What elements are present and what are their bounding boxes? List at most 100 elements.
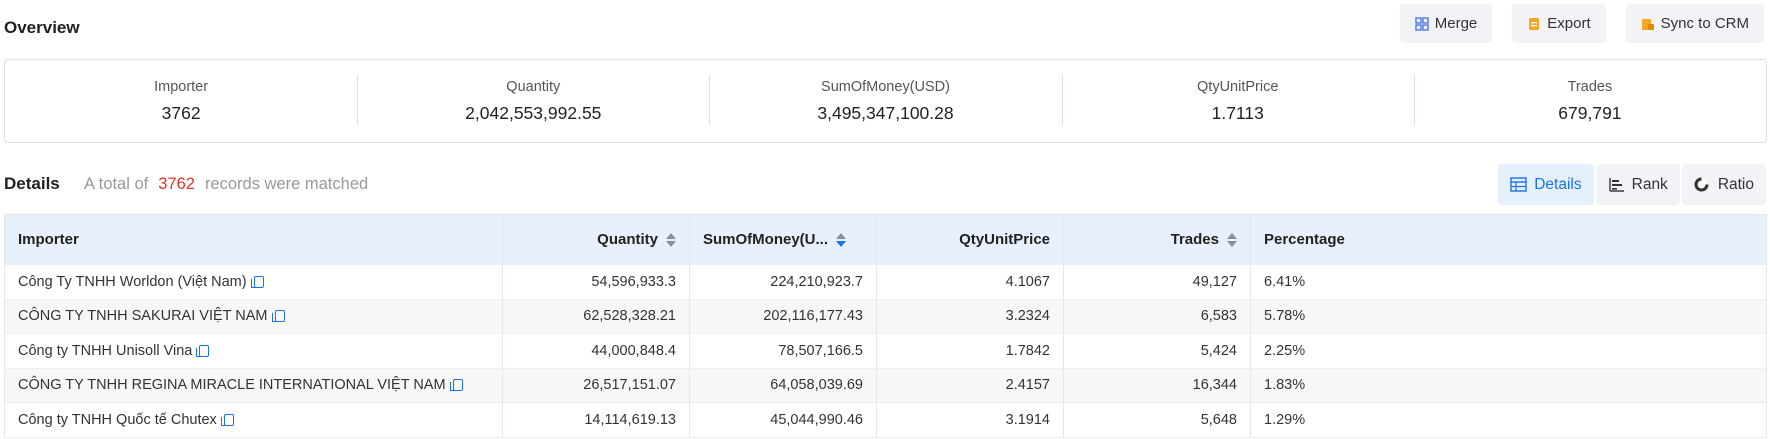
sum-cell: 45,044,990.46 [690,403,877,437]
details-bar: Details A total of 3762 records were match… [0,162,1770,206]
unit-price-cell: 3.2324 [877,299,1064,333]
summary-label: Trades [1567,78,1613,95]
percentage-cell: 2.25% [1264,342,1306,359]
quantity-cell: 26,517,151.07 [503,368,690,402]
importer-cell: Công ty TNHH Unisoll Vina [5,334,503,368]
view-tabs: Details Rank Ratio [1498,164,1766,205]
summary-quantity: Quantity 2,042,553,992.55 [357,60,709,142]
importer-name[interactable]: CÔNG TY TNHH REGINA MIRACLE INTERNATIONA… [18,377,446,393]
importer-name[interactable]: Công ty TNHH Unisoll Vina [18,343,192,359]
col-qty-unit-price: QtyUnitPrice [877,215,1064,264]
merge-label: Merge [1434,15,1478,32]
bar-chart-icon [1608,177,1625,192]
col-trades[interactable]: Trades [1064,215,1251,264]
importer-cell: CÔNG TY TNHH REGINA MIRACLE INTERNATIONA… [5,368,503,402]
summary-importer: Importer 3762 [5,60,357,142]
sort-icon[interactable] [666,232,676,247]
details-title: Details [4,174,60,193]
col-quantity[interactable]: Quantity [503,215,690,264]
summary-trades: Trades 679,791 [1413,60,1766,142]
summary-value: 679,791 [1558,102,1622,123]
trades-cell: 5,424 [1064,334,1251,368]
merge-button[interactable]: Merge [1399,4,1493,43]
tab-details-label: Details [1534,175,1582,193]
copy-icon[interactable] [449,379,463,392]
merge-icon [1415,16,1429,31]
importer-name[interactable]: Công Ty TNHH Worldon (Việt Nam) [18,274,247,290]
col-sum-of-money[interactable]: SumOfMoney(U... [690,215,877,264]
summary-label: QtyUnitPrice [1197,78,1279,95]
table-row: CÔNG TY TNHH REGINA MIRACLE INTERNATIONA… [5,368,1766,403]
records-prefix: A total of [84,175,149,193]
summary-value: 3,495,347,100.28 [817,102,954,123]
sum-cell: 224,210,923.7 [690,265,877,299]
tab-ratio-label: Ratio [1717,175,1754,193]
importer-cell: Công ty TNHH Quốc tế Chutex [5,403,503,437]
sync-crm-button[interactable]: Sync to CRM [1625,4,1764,43]
summary-value: 1.7113 [1211,102,1264,123]
summary-label: SumOfMoney(USD) [821,78,950,95]
percentage-cell: 1.83% [1264,377,1306,394]
table-row: Công Ty TNHH Worldon (Việt Nam) 54,596,9… [5,265,1766,300]
summary-label: Importer [154,78,209,95]
export-label: Export [1547,15,1591,32]
quantity-cell: 62,528,328.21 [503,299,690,333]
sum-cell: 78,507,166.5 [690,334,877,368]
col-label: SumOfMoney(U... [703,231,829,248]
unit-price-cell: 1.7842 [877,334,1064,368]
importer-name[interactable]: CÔNG TY TNHH SAKURAI VIỆT NAM [18,308,268,324]
importer-cell: CÔNG TY TNHH SAKURAI VIỆT NAM [5,299,503,333]
overview-summary: Importer 3762 Quantity 2,042,553,992.55 … [4,59,1767,143]
copy-icon[interactable] [220,413,234,426]
tab-rank[interactable]: Rank [1595,164,1680,205]
trades-cell: 6,583 [1064,299,1251,333]
table-row: Công ty TNHH Quốc tế Chutex 14,114,619.1… [5,403,1766,438]
tab-ratio[interactable]: Ratio [1681,164,1766,205]
records-count: 3762 [158,175,195,193]
col-percentage: Percentage [1251,215,1766,264]
records-matched-text: A total of 3762 records were matched [84,175,368,194]
col-label: Trades [1170,231,1219,248]
col-label: Importer [18,231,79,248]
percentage-cell: 5.78% [1264,308,1306,325]
summary-qty-unit-price: QtyUnitPrice 1.7113 [1061,60,1414,142]
records-suffix: records were matched [204,175,369,193]
table-row: CÔNG TY TNHH SAKURAI VIỆT NAM 62,528,328… [5,299,1766,334]
quantity-cell: 44,000,848.4 [503,334,690,368]
trades-cell: 5,648 [1064,403,1251,437]
tab-details[interactable]: Details [1498,164,1594,205]
sync-crm-label: Sync to CRM [1660,15,1749,32]
summary-value: 3762 [161,102,201,123]
percentage-cell: 6.41% [1264,273,1306,290]
sort-icon[interactable] [836,232,847,247]
sort-icon[interactable] [1227,232,1237,247]
trades-cell: 49,127 [1064,265,1251,299]
pie-chart-icon [1694,177,1711,192]
copy-icon[interactable] [250,275,264,288]
quantity-cell: 54,596,933.3 [503,265,690,299]
importer-cell: Công Ty TNHH Worldon (Việt Nam) [5,265,503,299]
col-label: Quantity [597,231,658,248]
col-importer: Importer [5,215,503,264]
copy-icon[interactable] [271,310,285,323]
col-label: QtyUnitPrice [959,231,1050,248]
top-actions: Merge Export Sync to CRM [1399,4,1764,43]
table-row: Công ty TNHH Unisoll Vina 44,000,848.4 7… [5,334,1766,369]
copy-icon[interactable] [196,344,210,357]
trades-cell: 16,344 [1064,368,1251,402]
summary-sum-of-money: SumOfMoney(USD) 3,495,347,100.28 [709,60,1061,142]
unit-price-cell: 2.4157 [877,368,1064,402]
col-label: Percentage [1264,231,1345,248]
sync-crm-icon [1641,17,1655,31]
summary-value: 2,042,553,992.55 [465,102,602,123]
tab-rank-label: Rank [1631,175,1668,193]
unit-price-cell: 3.1914 [877,403,1064,437]
table-icon [1510,177,1527,192]
table-header: Importer Quantity SumOfMoney(U... QtyUni… [5,215,1766,265]
export-button[interactable]: Export [1512,4,1606,43]
importer-name[interactable]: Công ty TNHH Quốc tế Chutex [18,412,217,428]
sum-cell: 64,058,039.69 [690,368,877,402]
importer-table: Importer Quantity SumOfMoney(U... QtyUni… [4,214,1767,438]
overview-title: Overview [4,18,80,37]
unit-price-cell: 4.1067 [877,265,1064,299]
